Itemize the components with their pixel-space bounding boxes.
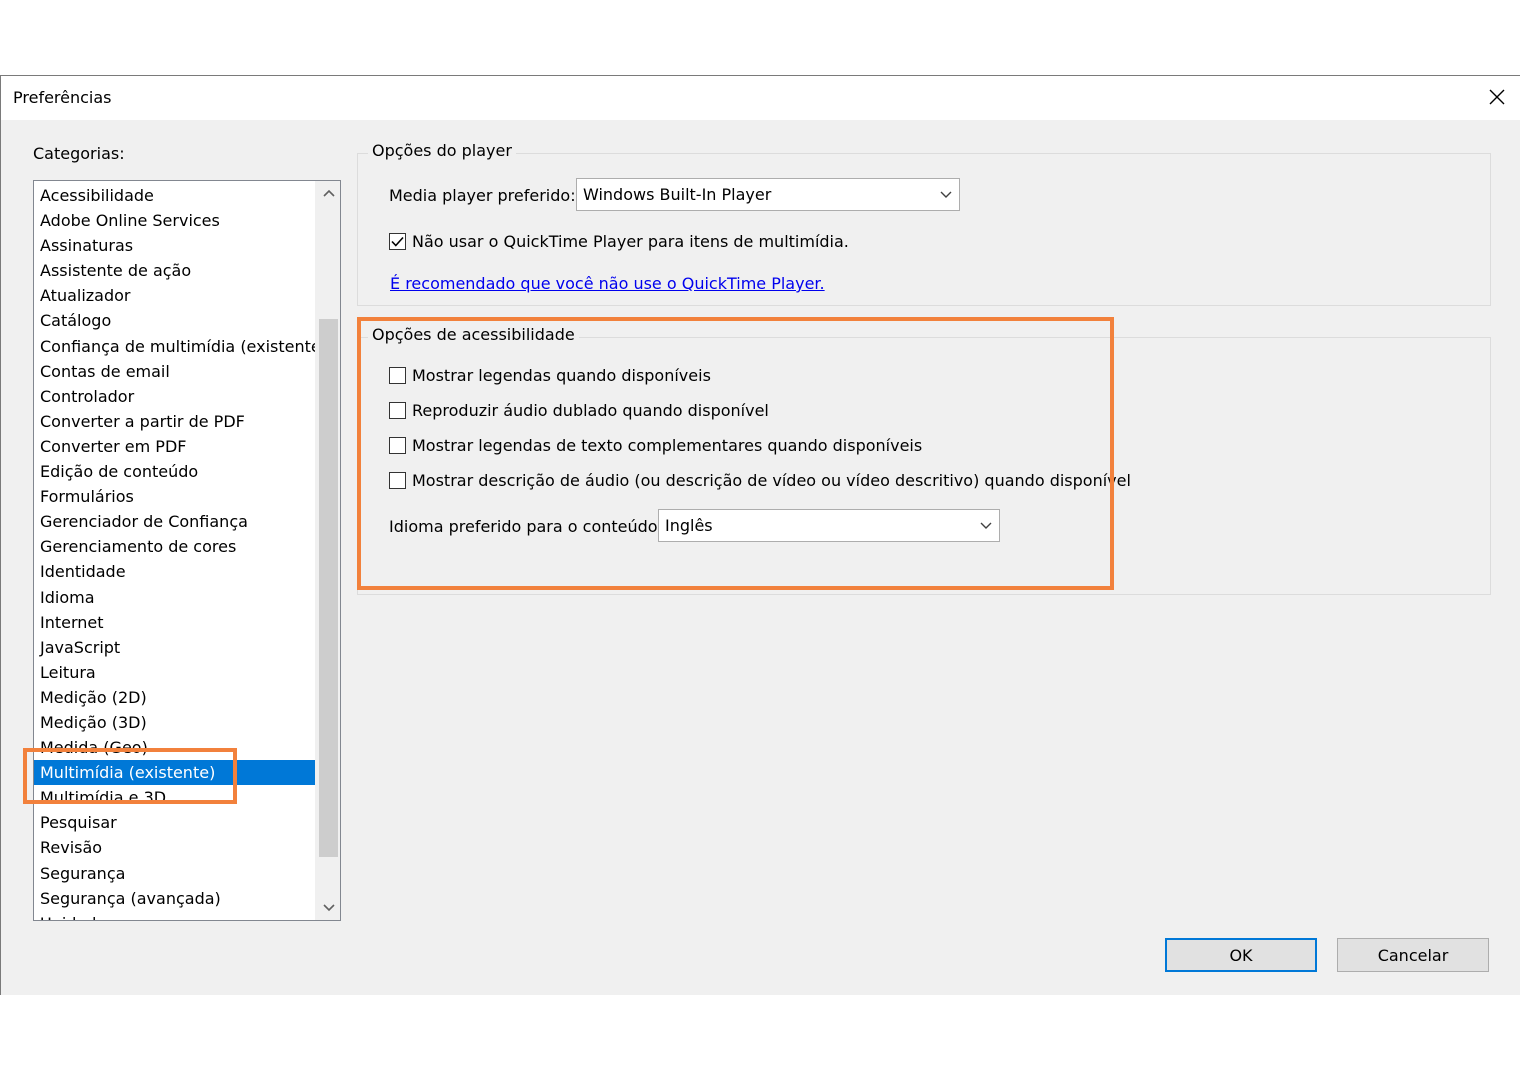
list-item[interactable]: Medida (Geo) — [34, 735, 315, 760]
checkmark-icon — [391, 236, 404, 247]
categories-listbox[interactable]: Acessibilidade Adobe Online Services Ass… — [33, 180, 341, 921]
scroll-down-button[interactable] — [316, 896, 340, 920]
list-item[interactable]: Pesquisar — [34, 810, 315, 835]
chevron-down-icon — [980, 522, 992, 529]
close-button[interactable] — [1482, 82, 1512, 112]
dialog-title: Preferências — [13, 88, 112, 107]
ok-button[interactable]: OK — [1165, 938, 1317, 972]
cancel-button[interactable]: Cancelar — [1337, 938, 1489, 972]
media-player-value: Windows Built-In Player — [583, 185, 772, 204]
player-options-title: Opções do player — [368, 141, 516, 160]
subtitles-checkbox[interactable] — [389, 437, 406, 454]
list-item[interactable]: Idioma — [34, 585, 315, 610]
media-player-select[interactable]: Windows Built-In Player — [576, 178, 960, 211]
close-icon — [1489, 89, 1505, 105]
list-item[interactable]: Identidade — [34, 559, 315, 584]
categories-list: Acessibilidade Adobe Online Services Ass… — [34, 183, 315, 920]
vertical-scrollbar[interactable] — [315, 181, 340, 920]
accessibility-options-title: Opções de acessibilidade — [368, 325, 579, 344]
list-item[interactable]: Adobe Online Services — [34, 208, 315, 233]
chevron-down-icon — [322, 904, 335, 912]
list-item[interactable]: Formulários — [34, 484, 315, 509]
captions-checkbox-label: Mostrar legendas quando disponíveis — [412, 366, 711, 385]
title-bar: Preferências — [1, 76, 1520, 120]
list-item[interactable]: Segurança (avançada) — [34, 886, 315, 911]
list-item[interactable]: Medição (3D) — [34, 710, 315, 735]
dubbed-audio-checkbox-row[interactable]: Reproduzir áudio dublado quando disponív… — [389, 401, 769, 420]
list-item[interactable]: Medição (2D) — [34, 685, 315, 710]
list-item[interactable]: JavaScript — [34, 635, 315, 660]
media-player-label: Media player preferido: — [389, 186, 576, 205]
list-item[interactable]: Atualizador — [34, 283, 315, 308]
quicktime-recommendation-link[interactable]: É recomendado que você não use o QuickTi… — [390, 274, 825, 293]
list-item[interactable]: Confiança de multimídia (existente) — [34, 334, 315, 359]
list-item[interactable]: Controlador — [34, 384, 315, 409]
quicktime-checkbox[interactable] — [389, 233, 406, 250]
list-item[interactable]: Segurança — [34, 861, 315, 886]
language-value: Inglês — [665, 516, 713, 535]
chevron-up-icon — [322, 189, 335, 197]
list-item[interactable]: Assistente de ação — [34, 258, 315, 283]
audio-description-checkbox-row[interactable]: Mostrar descrição de áudio (ou descrição… — [389, 471, 1131, 490]
dropdown-arrow[interactable] — [973, 510, 999, 541]
scroll-up-button[interactable] — [316, 181, 340, 205]
list-item[interactable]: Internet — [34, 610, 315, 635]
list-item[interactable]: Unidades — [34, 911, 315, 920]
language-label: Idioma preferido para o conteúdo: — [389, 517, 663, 536]
scroll-thumb[interactable] — [319, 319, 338, 857]
captions-checkbox[interactable] — [389, 367, 406, 384]
list-item[interactable]: Gerenciamento de cores — [34, 534, 315, 559]
audio-description-checkbox[interactable] — [389, 472, 406, 489]
dropdown-arrow[interactable] — [933, 179, 959, 210]
language-select[interactable]: Inglês — [658, 509, 1000, 542]
subtitles-checkbox-row[interactable]: Mostrar legendas de texto complementares… — [389, 436, 922, 455]
list-item[interactable]: Catálogo — [34, 308, 315, 333]
preferences-dialog: Preferências Categorias: Acessibilidade … — [0, 75, 1520, 995]
list-item[interactable]: Assinaturas — [34, 233, 315, 258]
quicktime-checkbox-row[interactable]: Não usar o QuickTime Player para itens d… — [389, 232, 849, 251]
list-item[interactable]: Edição de conteúdo — [34, 459, 315, 484]
chevron-down-icon — [940, 191, 952, 198]
audio-description-checkbox-label: Mostrar descrição de áudio (ou descrição… — [412, 471, 1131, 490]
dubbed-audio-checkbox-label: Reproduzir áudio dublado quando disponív… — [412, 401, 769, 420]
list-item[interactable]: Leitura — [34, 660, 315, 685]
list-item[interactable]: Converter em PDF — [34, 434, 315, 459]
page: Preferências Categorias: Acessibilidade … — [0, 0, 1520, 1070]
dubbed-audio-checkbox[interactable] — [389, 402, 406, 419]
list-item[interactable]: Acessibilidade — [34, 183, 315, 208]
list-item-selected[interactable]: Multimídia (existente) — [34, 760, 315, 786]
categories-label: Categorias: — [33, 144, 125, 163]
list-item[interactable]: Gerenciador de Confiança — [34, 509, 315, 534]
list-item[interactable]: Multimídia e 3D — [34, 785, 315, 810]
quicktime-checkbox-label: Não usar o QuickTime Player para itens d… — [412, 232, 849, 251]
subtitles-checkbox-label: Mostrar legendas de texto complementares… — [412, 436, 923, 455]
captions-checkbox-row[interactable]: Mostrar legendas quando disponíveis — [389, 366, 711, 385]
list-item[interactable]: Contas de email — [34, 359, 315, 384]
list-item[interactable]: Revisão — [34, 835, 315, 860]
list-item[interactable]: Converter a partir de PDF — [34, 409, 315, 434]
